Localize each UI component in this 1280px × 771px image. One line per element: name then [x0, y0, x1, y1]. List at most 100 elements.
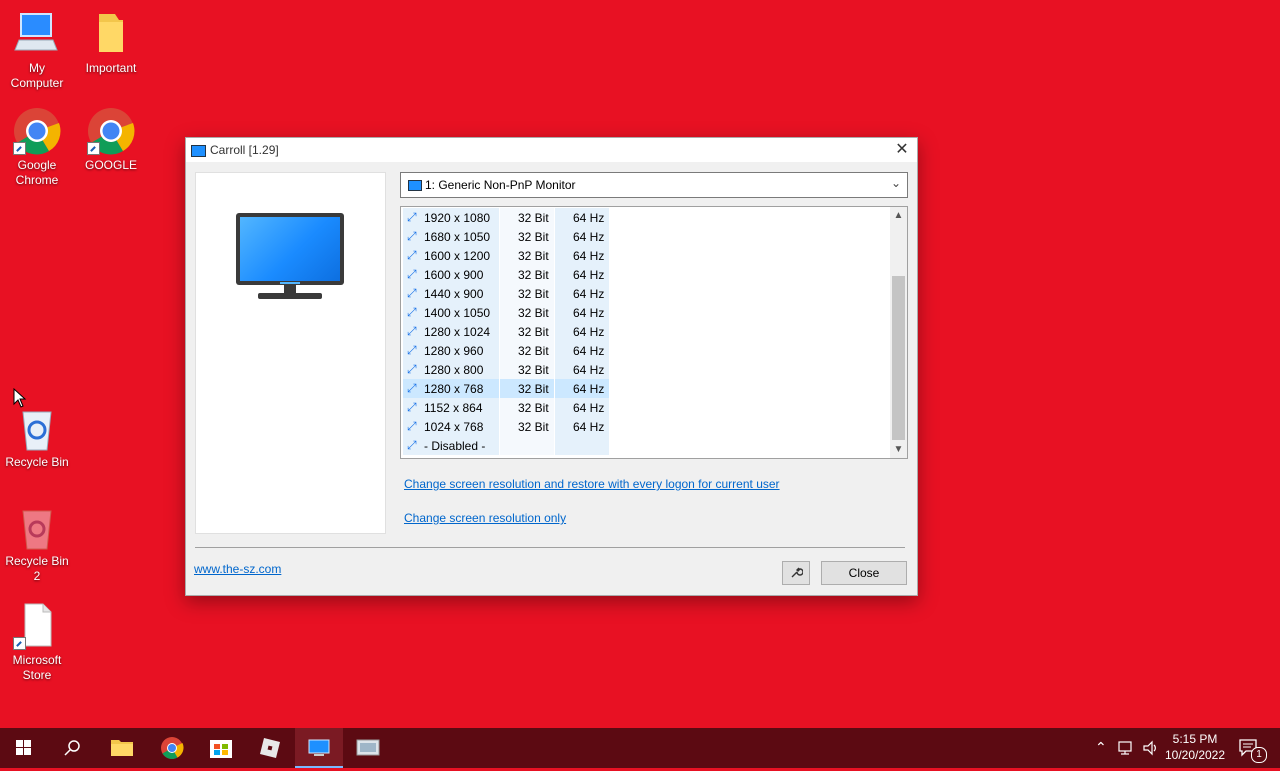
resize-arrow-icon: ⤢	[407, 267, 417, 281]
taskbar-file-explorer[interactable]	[98, 728, 146, 768]
settings-button[interactable]	[782, 561, 810, 585]
scroll-down-arrow-icon[interactable]: ▼	[890, 441, 907, 458]
refresh-rate-value: 64 Hz	[573, 230, 605, 244]
taskbar-display-settings[interactable]	[344, 728, 392, 768]
desktop-icon-recycle-bin-2[interactable]: Recycle Bin 2	[1, 503, 73, 584]
resolution-row[interactable]: ⤢ 1152 x 864 32 Bit 64 Hz	[403, 398, 609, 417]
desktop-icon-label: Recycle Bin	[5, 455, 69, 469]
change-resolution-only-link[interactable]: Change screen resolution only	[404, 511, 566, 525]
shortcut-arrow-icon	[87, 142, 100, 155]
resolution-value: 1400 x 1050	[424, 306, 491, 320]
refresh-rate-value: 64 Hz	[573, 306, 605, 320]
taskbar: ⌃ 5:15 PM 10/20/2022 1	[0, 728, 1280, 768]
recycle-bin-icon	[13, 503, 61, 551]
change-resolution-restore-link[interactable]: Change screen resolution and restore wit…	[404, 477, 780, 491]
resolution-value: 1920 x 1080	[424, 211, 491, 225]
resolution-row[interactable]: ⤢ 1920 x 1080 32 Bit 64 Hz	[403, 208, 609, 227]
resolution-value: 1440 x 900	[424, 287, 484, 301]
window-close-button[interactable]: ✕	[887, 138, 917, 162]
wrench-icon	[791, 567, 804, 578]
resolution-row[interactable]: ⤢ 1400 x 1050 32 Bit 64 Hz	[403, 303, 609, 322]
scroll-thumb[interactable]	[892, 276, 905, 440]
list-scrollbar[interactable]: ▲ ▼	[890, 207, 907, 458]
color-depth-value: 32 Bit	[518, 382, 549, 396]
resolution-row[interactable]: ⤢ 1280 x 768 32 Bit 64 Hz	[403, 379, 609, 398]
desktop-icon-microsoft-store[interactable]: Microsoft Store	[1, 602, 73, 683]
monitor-select-value: 1: Generic Non-PnP Monitor	[425, 178, 576, 192]
resolution-row[interactable]: ⤢ - Disabled -	[403, 436, 609, 455]
desktop-icon-google-chrome[interactable]: Google Chrome	[1, 107, 73, 188]
folder-icon	[111, 740, 133, 756]
color-depth-value: 32 Bit	[518, 211, 549, 225]
resolution-row[interactable]: ⤢ 1680 x 1050 32 Bit 64 Hz	[403, 227, 609, 246]
window-title: Carroll [1.29]	[210, 143, 279, 157]
desktop-icon-recycle-bin[interactable]: Recycle Bin	[1, 404, 73, 470]
resize-arrow-icon: ⤢	[407, 400, 417, 414]
monitor-app-icon	[191, 145, 206, 157]
resolution-row[interactable]: ⤢ 1600 x 900 32 Bit 64 Hz	[403, 265, 609, 284]
resolution-row[interactable]: ⤢ 1440 x 900 32 Bit 64 Hz	[403, 284, 609, 303]
desktop-icon-important[interactable]: Important	[75, 10, 147, 76]
file-icon	[13, 602, 61, 650]
monitor-icon	[236, 213, 344, 285]
desktop-icon-label: Recycle Bin 2	[5, 554, 69, 583]
chrome-icon	[161, 737, 184, 759]
desktop-icon-label: Google Chrome	[15, 158, 59, 187]
clock-date: 10/20/2022	[1164, 748, 1226, 762]
resize-arrow-icon: ⤢	[407, 210, 417, 224]
resolution-row[interactable]: ⤢ 1024 x 768 32 Bit 64 Hz	[403, 417, 609, 436]
roblox-icon	[260, 738, 280, 758]
desktop-icon-label: My Computer	[10, 61, 64, 90]
search-icon	[64, 740, 80, 756]
clock[interactable]: 5:15 PM 10/20/2022	[1160, 732, 1230, 762]
resize-arrow-icon: ⤢	[407, 438, 417, 452]
resolution-row[interactable]: ⤢ 1280 x 1024 32 Bit 64 Hz	[403, 322, 609, 341]
monitor-icon	[408, 180, 422, 191]
website-link[interactable]: www.the-sz.com	[194, 562, 281, 576]
desktop-icon-label: Microsoft Store	[12, 653, 62, 682]
clock-time: 5:15 PM	[1172, 732, 1218, 746]
shortcut-arrow-icon	[13, 142, 26, 155]
carroll-dialog: Carroll [1.29] ✕ 1: Generic Non-PnP Moni…	[185, 137, 918, 596]
monitor-select[interactable]: 1: Generic Non-PnP Monitor ⌄	[400, 172, 908, 198]
volume-icon[interactable]	[1142, 740, 1160, 756]
resolution-value: - Disabled -	[424, 439, 486, 453]
refresh-rate-value: 64 Hz	[573, 249, 605, 263]
chrome-icon	[87, 107, 135, 155]
refresh-rate-value: 64 Hz	[573, 268, 605, 282]
desktop-icon-my-computer[interactable]: My Computer	[1, 10, 73, 91]
refresh-rate-value: 64 Hz	[573, 325, 605, 339]
desktop-icon-google[interactable]: GOOGLE	[75, 107, 147, 173]
color-depth-value: 32 Bit	[518, 325, 549, 339]
refresh-rate-value: 64 Hz	[573, 420, 605, 434]
color-depth-value: 32 Bit	[518, 287, 549, 301]
scroll-up-arrow-icon[interactable]: ▲	[890, 207, 907, 224]
taskbar-chrome[interactable]	[148, 728, 196, 768]
computer-icon	[13, 10, 61, 58]
windows-logo-icon	[16, 740, 31, 755]
taskbar-carroll[interactable]	[295, 728, 343, 768]
resize-arrow-icon: ⤢	[407, 229, 417, 243]
title-bar[interactable]: Carroll [1.29] ✕	[186, 138, 917, 162]
taskbar-roblox[interactable]	[246, 728, 294, 768]
refresh-rate-value: 64 Hz	[573, 401, 605, 415]
start-button[interactable]	[0, 728, 48, 768]
desktop-icon-label: Important	[85, 61, 137, 75]
resolution-row[interactable]: ⤢ 1600 x 1200 32 Bit 64 Hz	[403, 246, 609, 265]
resolution-list[interactable]: ⤢ 1920 x 1080 32 Bit 64 Hz ⤢ 1680 x 1050 32 Bi…	[400, 206, 908, 459]
color-depth-value: 32 Bit	[518, 401, 549, 415]
folder-icon	[87, 10, 135, 58]
resolution-row[interactable]: ⤢ 1280 x 800 32 Bit 64 Hz	[403, 360, 609, 379]
resize-arrow-icon: ⤢	[407, 286, 417, 300]
close-button[interactable]: Close	[821, 561, 907, 585]
network-icon[interactable]	[1118, 740, 1136, 756]
divider	[195, 547, 905, 548]
refresh-rate-value: 64 Hz	[573, 344, 605, 358]
color-depth-value: 32 Bit	[518, 268, 549, 282]
show-hidden-icons-chevron-icon[interactable]: ⌃	[1095, 739, 1107, 756]
taskbar-store[interactable]	[197, 728, 245, 768]
search-button[interactable]	[48, 728, 96, 768]
mouse-cursor-icon	[13, 388, 27, 408]
resolution-row[interactable]: ⤢ 1280 x 960 32 Bit 64 Hz	[403, 341, 609, 360]
notifications-button[interactable]: 1	[1236, 736, 1267, 763]
